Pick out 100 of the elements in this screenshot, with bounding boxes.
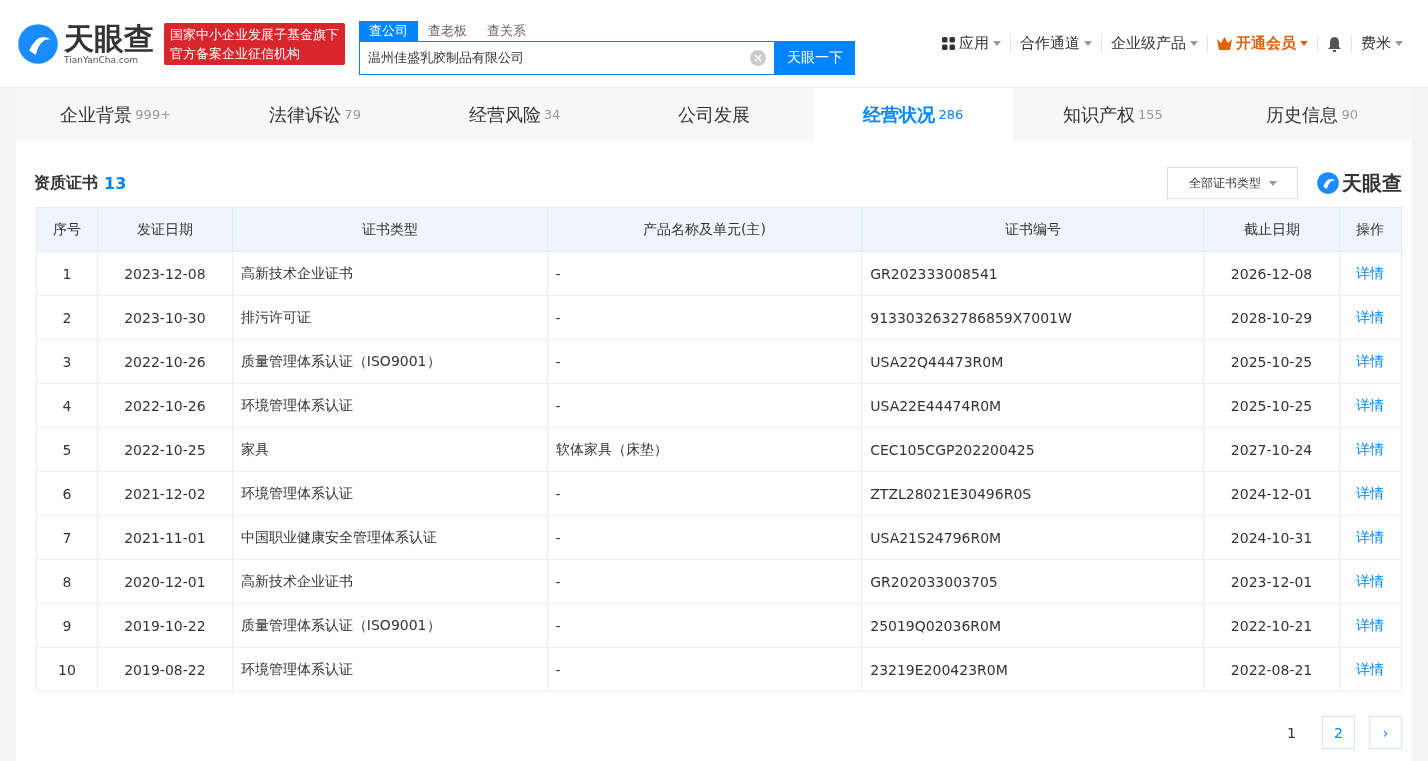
table-cell: -	[547, 515, 862, 560]
table-cell: ZTZL28021E30496R0S	[861, 471, 1204, 516]
table-cell: 1	[36, 251, 98, 296]
logo-domain: TianYanCha.com	[64, 54, 139, 65]
table-cell: 中国职业健康安全管理体系认证	[232, 515, 548, 560]
nav-menu[interactable]: 应用	[933, 34, 1010, 53]
table-cell: 9133032632786859X7001W	[861, 295, 1204, 340]
table-cell: 2028-10-29	[1203, 295, 1340, 340]
search-tab[interactable]: 查关系	[477, 20, 536, 41]
page-button[interactable]: 2	[1322, 716, 1355, 749]
table-cell: CEC105CGP202200425	[861, 427, 1204, 472]
table-cell: -	[547, 295, 862, 340]
logo-text: 天眼查	[64, 22, 154, 55]
table-cell: 2024-10-31	[1203, 515, 1340, 560]
table-cell: 4	[36, 383, 98, 428]
details-link[interactable]: 详情	[1356, 308, 1385, 325]
search-button[interactable]: 天眼一下	[775, 40, 855, 75]
tab-count: 90	[1341, 107, 1358, 122]
table-cell: 3	[36, 339, 98, 384]
caret-icon	[1300, 41, 1308, 46]
column-header: 操作	[1339, 207, 1402, 252]
column-header: 证书编号	[861, 207, 1204, 252]
nav-menu[interactable]: 开通会员	[1207, 34, 1317, 53]
table-cell: -	[547, 647, 862, 692]
badge: 国家中小企业发展子基金旗下 官方备案企业征信机构	[164, 22, 345, 65]
section-title: 资质证书	[34, 172, 98, 194]
tab[interactable]: 经营风险 34	[414, 88, 615, 141]
search-tab[interactable]: 查老板	[418, 20, 477, 41]
table-cell: 环境管理体系认证	[232, 647, 548, 692]
column-header: 序号	[36, 207, 98, 252]
table-cell: 8	[36, 559, 98, 604]
nav-menu[interactable]: 合作通道	[1010, 34, 1101, 53]
details-link[interactable]: 详情	[1356, 352, 1385, 369]
table-cell: 软体家具（床垫）	[547, 427, 862, 472]
table-cell: -	[547, 471, 862, 516]
table-cell: 2023-12-01	[1203, 559, 1340, 604]
table-cell: 2023-12-08	[97, 251, 233, 296]
tab[interactable]: 企业背景 999+	[16, 88, 216, 141]
tab[interactable]: 公司发展	[614, 88, 814, 141]
table-cell: GR202333008541	[861, 251, 1204, 296]
tab[interactable]: 知识产权 155	[1013, 88, 1213, 141]
table-cell: 2023-10-30	[97, 295, 233, 340]
table-cell: 高新技术企业证书	[232, 559, 548, 604]
search-tab[interactable]: 查公司	[359, 20, 418, 41]
table-cell: -	[547, 603, 862, 648]
tab[interactable]: 经营状况 286	[813, 88, 1014, 141]
tab[interactable]: 历史信息 90	[1212, 88, 1412, 141]
nav-menu[interactable]: 企业级产品	[1101, 34, 1207, 53]
table-cell: GR202033003705	[861, 559, 1204, 604]
table-cell: USA22E44474R0M	[861, 383, 1204, 428]
tab-count: 34	[543, 107, 561, 122]
table-cell: 2020-12-01	[97, 559, 233, 604]
tab-count: 155	[1137, 107, 1163, 122]
details-link[interactable]: 详情	[1356, 396, 1385, 413]
caret-icon	[1084, 41, 1092, 46]
caret-icon	[1395, 41, 1403, 46]
table-cell: 2019-08-22	[97, 647, 233, 692]
table-cell: 排污许可证	[232, 295, 548, 340]
details-link[interactable]: 详情	[1356, 264, 1385, 281]
table-cell: 2021-12-02	[97, 471, 233, 516]
grid-icon	[942, 37, 955, 50]
caret-icon	[1190, 41, 1198, 46]
table-cell: 5	[36, 427, 98, 472]
caret-icon	[1268, 180, 1277, 186]
table-cell: 2022-08-21	[1203, 647, 1340, 692]
next-page-button[interactable]: ›	[1369, 716, 1402, 749]
tab[interactable]: 法律诉讼 79	[215, 88, 415, 141]
column-header: 产品名称及单元(主)	[547, 207, 862, 252]
details-link[interactable]: 详情	[1356, 440, 1385, 457]
table-cell: 23219E200423R0M	[861, 647, 1204, 692]
section-count: 13	[104, 173, 127, 193]
details-link[interactable]: 详情	[1356, 484, 1385, 501]
details-link[interactable]: 详情	[1356, 528, 1385, 545]
table-cell: 2	[36, 295, 98, 340]
tab-count: 999+	[135, 107, 172, 122]
table-cell: -	[547, 559, 862, 604]
table-cell: 高新技术企业证书	[232, 251, 548, 296]
column-header: 截止日期	[1203, 207, 1340, 252]
nav-menu[interactable]: 费米	[1351, 34, 1412, 53]
table-cell: 2022-10-26	[97, 339, 233, 384]
logo-text: 天眼查	[1342, 169, 1402, 197]
table-cell: 2025-10-25	[1203, 383, 1340, 428]
table-cell: 2022-10-25	[97, 427, 233, 472]
details-link[interactable]: 详情	[1356, 572, 1385, 589]
search-field[interactable]: 温州佳盛乳胶制品有限公司	[359, 40, 775, 75]
bell-icon[interactable]	[1327, 35, 1342, 52]
column-header: 证书类型	[232, 207, 548, 252]
table-cell: 2027-10-24	[1203, 427, 1340, 472]
table-cell: 家具	[232, 427, 548, 472]
table-cell: 2019-10-22	[97, 603, 233, 648]
logo-icon	[16, 21, 60, 66]
table-cell: 质量管理体系认证（ISO9001）	[232, 603, 548, 648]
table-cell: 环境管理体系认证	[232, 471, 548, 516]
filter-dropdown[interactable]: 全部证书类型	[1167, 167, 1298, 199]
table-cell: 9	[36, 603, 98, 648]
table-cell: 6	[36, 471, 98, 516]
table-cell: -	[547, 251, 862, 296]
details-link[interactable]: 详情	[1356, 660, 1385, 677]
tab-count: 286	[938, 107, 964, 122]
details-link[interactable]: 详情	[1356, 616, 1385, 633]
